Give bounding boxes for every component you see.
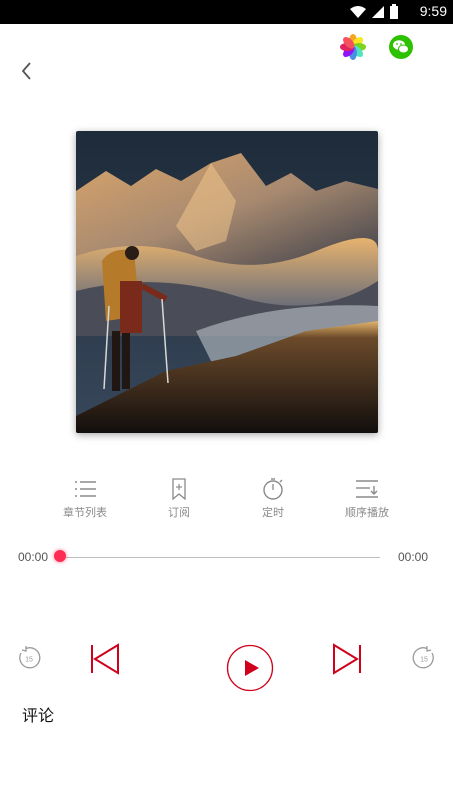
chevron-left-icon[interactable] xyxy=(14,58,40,84)
tool-chapter-list[interactable]: 章节列表 xyxy=(45,478,125,520)
album-cover xyxy=(76,131,378,433)
playback-progress: 00:00 00:00 xyxy=(0,545,453,569)
signal-icon xyxy=(372,6,384,18)
tool-subscribe-label: 订阅 xyxy=(168,506,190,519)
tool-play-order[interactable]: 顺序播放 xyxy=(327,478,407,520)
playlist-order-icon xyxy=(356,480,378,498)
skip-previous-icon xyxy=(91,643,119,675)
forward-15-icon: 15 xyxy=(412,646,434,669)
list-icon xyxy=(75,481,96,497)
rewind-label: 15 xyxy=(25,657,33,664)
next-button[interactable] xyxy=(331,643,363,675)
tool-chapter-list-label: 章节列表 xyxy=(63,506,107,519)
play-button[interactable] xyxy=(226,644,274,692)
wifi-icon xyxy=(350,6,366,18)
battery-icon xyxy=(390,4,398,19)
playback-controls: 15 15 xyxy=(0,635,453,695)
timer-icon xyxy=(263,478,283,500)
total-time: 00:00 xyxy=(398,550,429,564)
play-icon xyxy=(226,644,274,692)
mountain-climber-image xyxy=(76,131,378,433)
tool-play-order-label: 顺序播放 xyxy=(345,506,389,519)
top-bar xyxy=(0,24,453,104)
tool-timer[interactable]: 定时 xyxy=(233,478,313,520)
forward-15-button[interactable]: 15 xyxy=(411,645,437,671)
photos-icon[interactable] xyxy=(340,34,366,60)
previous-button[interactable] xyxy=(89,643,121,675)
skip-next-icon xyxy=(333,643,361,675)
status-time: 9:59 xyxy=(419,3,447,19)
rewind-15-icon: 15 xyxy=(19,646,41,669)
status-icons xyxy=(349,4,399,20)
progress-knob[interactable] xyxy=(54,550,66,562)
tool-bar: 章节列表 订阅 定时 顺序播放 xyxy=(0,478,453,524)
tool-subscribe[interactable]: 订阅 xyxy=(139,478,219,520)
forward-label: 15 xyxy=(420,657,428,664)
tool-timer-label: 定时 xyxy=(262,506,284,519)
rewind-15-button[interactable]: 15 xyxy=(16,645,42,671)
wechat-icon[interactable] xyxy=(388,34,414,60)
status-bar: 9:59 xyxy=(0,0,453,24)
comments-title: 评论 xyxy=(22,706,55,725)
current-time: 00:00 xyxy=(18,550,49,564)
bookmark-icon xyxy=(172,478,186,500)
progress-track[interactable] xyxy=(60,557,380,558)
